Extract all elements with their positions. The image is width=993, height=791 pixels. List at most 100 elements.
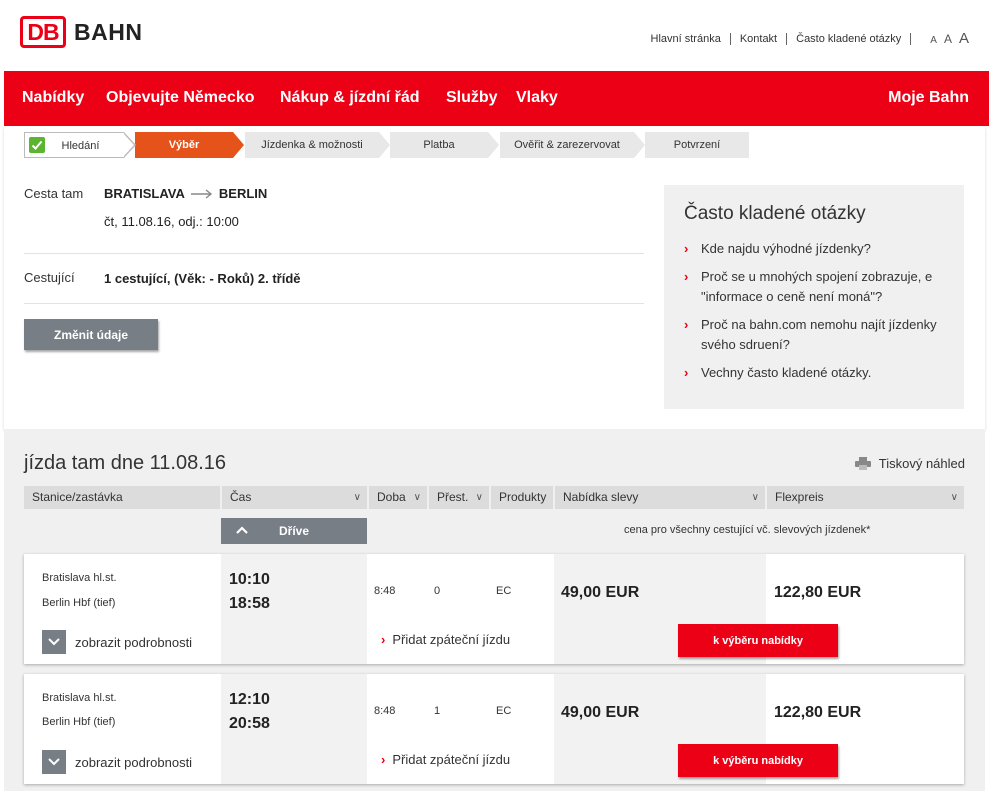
- step-label: Ověřit & zarezervovat: [514, 139, 620, 151]
- station-to: Berlin Hbf (tief): [42, 597, 116, 609]
- add-return-link[interactable]: › Přidat zpáteční jízdu: [381, 752, 510, 767]
- nav-discover-germany[interactable]: Objevujte Německo: [106, 89, 255, 107]
- col-duration[interactable]: Doba ∨: [369, 486, 427, 509]
- nav-offers[interactable]: Nabídky: [22, 89, 84, 107]
- chevron-right-icon: ›: [684, 317, 689, 332]
- link-contact[interactable]: Kontakt: [731, 32, 788, 45]
- chevron-down-icon: [42, 750, 66, 774]
- faq-link[interactable]: › Proč se u mnohých spojení zobrazuje, e …: [684, 267, 944, 307]
- chevron-down-icon: ∨: [353, 492, 361, 503]
- arrival-time: 20:58: [229, 715, 270, 732]
- link-faq[interactable]: Často kladené otázky: [787, 32, 912, 45]
- font-size-large[interactable]: A: [959, 30, 969, 47]
- flex-price[interactable]: 122,80 EUR: [774, 704, 861, 722]
- details-label: zobrazit podrobnosti: [75, 634, 193, 650]
- select-offer-button[interactable]: k výběru nabídky: [678, 744, 838, 777]
- show-details-toggle[interactable]: zobrazit podrobnosti: [42, 750, 192, 774]
- product: EC: [496, 705, 512, 717]
- faq-link[interactable]: › Vechny často kladené otázky.: [684, 363, 944, 383]
- step-arrow: [634, 132, 645, 158]
- step-ticket-options: Jízdenka & možnosti: [245, 132, 390, 158]
- show-details-toggle[interactable]: zobrazit podrobnosti: [42, 630, 192, 654]
- chevron-down-icon: ∨: [475, 492, 483, 503]
- results-title: jízda tam dne 11.08.16: [24, 452, 226, 474]
- departure-time: 10:10: [229, 571, 270, 588]
- chevron-right-icon: ›: [684, 269, 689, 284]
- col-changes[interactable]: Přest. ∨: [429, 486, 489, 509]
- booking-summary-panel: Hledání Výběr Jízdenka & možnosti Platba…: [4, 126, 985, 429]
- font-size-switcher: A A A: [923, 30, 969, 47]
- check-icon: [29, 137, 45, 153]
- add-return-link[interactable]: › Přidat zpáteční jízdu: [381, 632, 510, 647]
- travellers-label: Cestující: [24, 270, 75, 285]
- font-size-small[interactable]: A: [930, 35, 937, 46]
- col-flexpreis[interactable]: Flexpreis ∨: [767, 486, 964, 509]
- step-arrow: [488, 132, 499, 158]
- price-note: cena pro všechny cestující vč. slevových…: [624, 524, 871, 536]
- step-verify-book: Ověřit & zarezervovat: [500, 132, 645, 158]
- chevron-down-icon: ∨: [751, 492, 759, 503]
- step-arrow: [123, 133, 134, 157]
- chevron-right-icon: ›: [381, 752, 386, 767]
- nav-my-bahn[interactable]: Moje Bahn: [888, 89, 969, 107]
- select-offer-button[interactable]: k výběru nabídky: [678, 624, 838, 657]
- route-to: BERLIN: [218, 186, 268, 201]
- link-home[interactable]: Hlavní stránka: [651, 32, 731, 45]
- nav-trains[interactable]: Vlaky: [516, 89, 558, 107]
- travellers-value: 1 cestující, (Věk: - Roků) 2. třídě: [104, 271, 301, 286]
- faq-box: Často kladené otázky › Kde najdu výhodné …: [664, 185, 964, 409]
- nav-services[interactable]: Služby: [446, 89, 498, 107]
- changes: 1: [434, 705, 441, 717]
- faq-link[interactable]: › Kde najdu výhodné jízdenky?: [684, 239, 944, 259]
- station-to: Berlin Hbf (tief): [42, 716, 116, 728]
- step-arrow: [233, 132, 244, 158]
- db-logo[interactable]: DB BAHN: [20, 16, 142, 48]
- station-from: Bratislava hl.st.: [42, 572, 117, 584]
- faq-link[interactable]: › Proč na bahn.com nemohu najít jízdenky …: [684, 315, 944, 355]
- arrow-right-icon: [190, 188, 213, 199]
- earlier-label: Dříve: [278, 524, 310, 538]
- flex-price[interactable]: 122,80 EUR: [774, 584, 861, 602]
- change-details-button[interactable]: Změnit údaje: [24, 319, 158, 350]
- saver-price[interactable]: 49,00 EUR: [561, 704, 639, 722]
- divider: [24, 303, 644, 304]
- step-label: Jízdenka & možnosti: [261, 139, 363, 151]
- connection-row: Bratislava hl.st. Berlin Hbf (tief) 10:1…: [24, 554, 964, 664]
- col-time[interactable]: Čas ∨: [222, 486, 367, 509]
- step-label: Výběr: [168, 139, 200, 151]
- divider: [24, 253, 644, 254]
- print-label: Tiskový náhled: [878, 456, 965, 471]
- arrival-time: 18:58: [229, 595, 270, 612]
- step-arrow: [379, 132, 390, 158]
- saver-price[interactable]: 49,00 EUR: [561, 584, 639, 602]
- bahn-wordmark: BAHN: [74, 18, 143, 45]
- earlier-button[interactable]: Dříve: [221, 518, 367, 544]
- print-preview-link[interactable]: Tiskový náhled: [854, 456, 965, 471]
- font-size-medium[interactable]: A: [944, 32, 952, 46]
- chevron-right-icon: ›: [684, 241, 689, 256]
- chevron-down-icon: [42, 630, 66, 654]
- duration: 8:48: [374, 585, 396, 597]
- step-confirmation: Potvrzení: [645, 132, 749, 158]
- changes: 0: [434, 585, 441, 597]
- outbound-label: Cesta tam: [24, 186, 84, 201]
- step-label: Potvrzení: [673, 139, 721, 151]
- chevron-down-icon: ∨: [950, 492, 958, 503]
- col-saver-offer[interactable]: Nabídka slevy ∨: [555, 486, 765, 509]
- step-selection[interactable]: Výběr: [135, 132, 244, 158]
- chevron-right-icon: ›: [381, 632, 386, 647]
- departure-datetime: čt, 11.08.16, odj.: 10:00: [104, 214, 239, 229]
- departure-time: 12:10: [229, 691, 270, 708]
- step-label: Hledání: [61, 140, 100, 152]
- printer-icon: [854, 457, 871, 470]
- step-label: Platba: [423, 139, 455, 151]
- route-from: BRATISLAVA: [104, 186, 185, 201]
- step-payment: Platba: [390, 132, 499, 158]
- db-logo-mark: DB: [20, 16, 66, 48]
- main-nav: Nabídky Objevujte Německo Nákup & jízdní…: [4, 71, 989, 126]
- connection-row: Bratislava hl.st. Berlin Hbf (tief) 12:1…: [24, 674, 964, 784]
- chevron-down-icon: ∨: [413, 492, 421, 503]
- step-search[interactable]: Hledání: [24, 132, 136, 158]
- nav-booking-timetable[interactable]: Nákup & jízdní řád: [280, 89, 420, 107]
- route: BRATISLAVA BERLIN: [104, 186, 267, 201]
